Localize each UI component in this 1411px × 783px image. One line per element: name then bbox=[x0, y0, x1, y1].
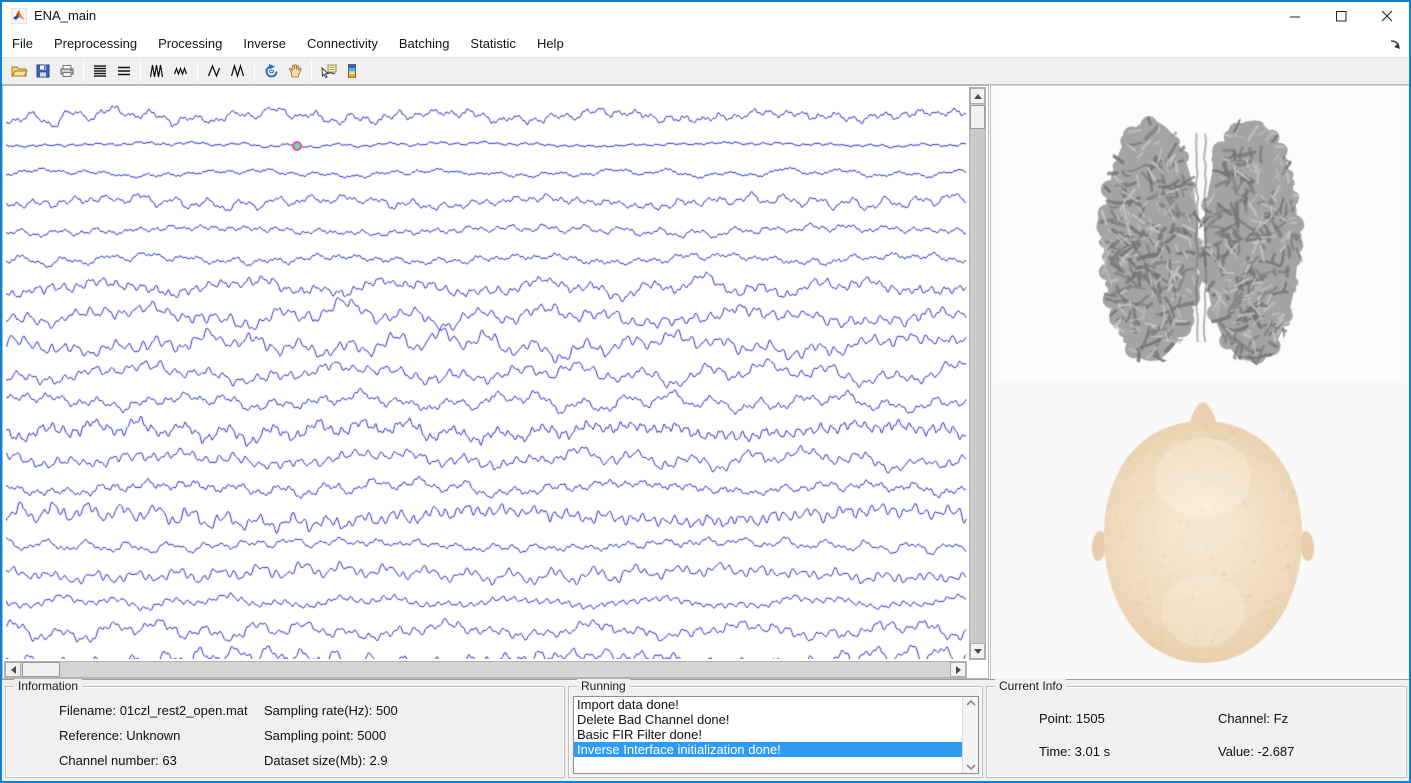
timescale-narrow-button[interactable] bbox=[226, 59, 250, 83]
minimize-button[interactable] bbox=[1278, 2, 1312, 30]
titlebar[interactable]: ENA_main bbox=[2, 2, 1409, 30]
eeg-traces-canvas[interactable] bbox=[6, 88, 967, 659]
scroll-down-button[interactable] bbox=[970, 643, 985, 659]
chevron-down-icon bbox=[966, 763, 976, 771]
narrow-zigzag-icon bbox=[230, 63, 246, 79]
running-log-listbox[interactable]: Import data done! Delete Bad Channel don… bbox=[573, 696, 979, 774]
app-window: ENA_main File Preprocessing Processing I… bbox=[0, 0, 1411, 783]
scroll-up-button[interactable] bbox=[970, 88, 985, 104]
scroll-right-button[interactable] bbox=[950, 662, 966, 677]
scroll-left-button[interactable] bbox=[5, 662, 21, 677]
toolbar-separator bbox=[311, 61, 312, 81]
wide-zigzag-icon bbox=[206, 63, 222, 79]
save-floppy-icon bbox=[35, 63, 51, 79]
window-title: ENA_main bbox=[34, 8, 96, 23]
save-file-button[interactable] bbox=[31, 59, 55, 83]
point-field: Point: 1505 bbox=[1039, 711, 1105, 726]
toolbar bbox=[2, 57, 1409, 85]
running-panel: Running Import data done! Delete Bad Cha… bbox=[568, 686, 983, 778]
menu-preprocessing[interactable]: Preprocessing bbox=[53, 33, 138, 54]
printer-icon bbox=[59, 63, 75, 79]
menubar: File Preprocessing Processing Inverse Co… bbox=[2, 30, 1409, 57]
bottom-strip: Information Filename: 01czl_rest2_open.m… bbox=[2, 679, 1409, 781]
right-arrow-icon bbox=[956, 666, 961, 674]
log-item[interactable]: Import data done! bbox=[574, 697, 978, 712]
open-file-button[interactable] bbox=[7, 59, 31, 83]
menu-batching[interactable]: Batching bbox=[398, 33, 451, 54]
minimize-icon bbox=[1290, 11, 1301, 22]
horizontal-scroll-thumb[interactable] bbox=[22, 662, 60, 677]
down-arrow-icon bbox=[974, 649, 982, 654]
menu-file[interactable]: File bbox=[11, 33, 34, 54]
eeg-horizontal-scrollbar[interactable] bbox=[4, 661, 967, 678]
channel-number-field: Channel number: 63 bbox=[59, 753, 177, 768]
eeg-vertical-scrollbar[interactable] bbox=[969, 87, 986, 660]
menu-inverse[interactable]: Inverse bbox=[242, 33, 287, 54]
amplitude-down-button[interactable] bbox=[169, 59, 193, 83]
close-button[interactable] bbox=[1370, 2, 1404, 30]
menu-help[interactable]: Help bbox=[536, 33, 565, 54]
information-panel: Information Filename: 01czl_rest2_open.m… bbox=[5, 686, 565, 778]
channels-dense-button[interactable] bbox=[88, 59, 112, 83]
amplitude-up-button[interactable] bbox=[145, 59, 169, 83]
tall-wave-icon bbox=[149, 63, 165, 79]
running-panel-title: Running bbox=[577, 679, 630, 693]
toolbar-separator bbox=[197, 61, 198, 81]
listbox-scroll-down[interactable] bbox=[966, 763, 976, 771]
value-field: Value: -2.687 bbox=[1218, 744, 1294, 759]
up-arrow-icon bbox=[974, 94, 982, 99]
pan-button[interactable] bbox=[283, 59, 307, 83]
toolbar-separator bbox=[140, 61, 141, 81]
eeg-plot-area[interactable] bbox=[2, 85, 989, 679]
data-cursor-marker[interactable] bbox=[292, 141, 302, 151]
sampling-point-field: Sampling point: 5000 bbox=[264, 728, 386, 743]
data-cursor-button[interactable] bbox=[316, 59, 340, 83]
left-arrow-icon bbox=[11, 666, 16, 674]
menu-connectivity[interactable]: Connectivity bbox=[306, 33, 379, 54]
dock-arrow-icon[interactable] bbox=[1389, 38, 1401, 50]
timescale-wide-button[interactable] bbox=[202, 59, 226, 83]
log-item-selected[interactable]: Inverse Interface initialization done! bbox=[574, 742, 978, 757]
log-item[interactable]: Basic FIR Filter done! bbox=[574, 727, 978, 742]
close-icon bbox=[1382, 11, 1393, 22]
small-wave-icon bbox=[173, 63, 189, 79]
dense-lines-icon bbox=[92, 63, 108, 79]
print-button[interactable] bbox=[55, 59, 79, 83]
log-item[interactable]: Delete Bad Channel done! bbox=[574, 712, 978, 727]
dataset-size-field: Dataset size(Mb): 2.9 bbox=[264, 753, 388, 768]
current-info-panel-title: Current Info bbox=[995, 679, 1066, 693]
matlab-app-icon bbox=[11, 8, 27, 24]
listbox-scroll-up[interactable] bbox=[966, 699, 976, 707]
menu-statistic[interactable]: Statistic bbox=[469, 33, 517, 54]
channel-field: Channel: Fz bbox=[1218, 711, 1288, 726]
time-field: Time: 3.01 s bbox=[1039, 744, 1110, 759]
toolbar-separator bbox=[83, 61, 84, 81]
listbox-scrollbar[interactable] bbox=[962, 697, 978, 773]
colorbar-button[interactable] bbox=[340, 59, 364, 83]
datatip-icon bbox=[320, 63, 337, 79]
colorbar-icon bbox=[344, 63, 360, 79]
filename-field: Filename: 01czl_rest2_open.mat bbox=[59, 703, 248, 718]
brain-and-scalp-canvas[interactable] bbox=[991, 86, 1409, 678]
toolbar-separator bbox=[254, 61, 255, 81]
chevron-up-icon bbox=[966, 699, 976, 707]
sampling-rate-field: Sampling rate(Hz): 500 bbox=[264, 703, 398, 718]
reference-field: Reference: Unknown bbox=[59, 728, 180, 743]
maximize-button[interactable] bbox=[1324, 2, 1358, 30]
rotate-3d-icon bbox=[263, 63, 280, 80]
current-info-panel: Current Info Point: 1505 Time: 3.01 s Ch… bbox=[986, 686, 1407, 778]
rotate-3d-button[interactable] bbox=[259, 59, 283, 83]
head-model-panel[interactable] bbox=[990, 85, 1409, 679]
channels-sparse-button[interactable] bbox=[112, 59, 136, 83]
maximize-icon bbox=[1336, 11, 1347, 22]
hand-icon bbox=[287, 63, 303, 79]
sparse-lines-icon bbox=[116, 63, 132, 79]
open-folder-icon bbox=[11, 63, 28, 79]
menu-processing[interactable]: Processing bbox=[157, 33, 223, 54]
information-panel-title: Information bbox=[14, 679, 82, 693]
vertical-scroll-thumb[interactable] bbox=[970, 105, 985, 129]
